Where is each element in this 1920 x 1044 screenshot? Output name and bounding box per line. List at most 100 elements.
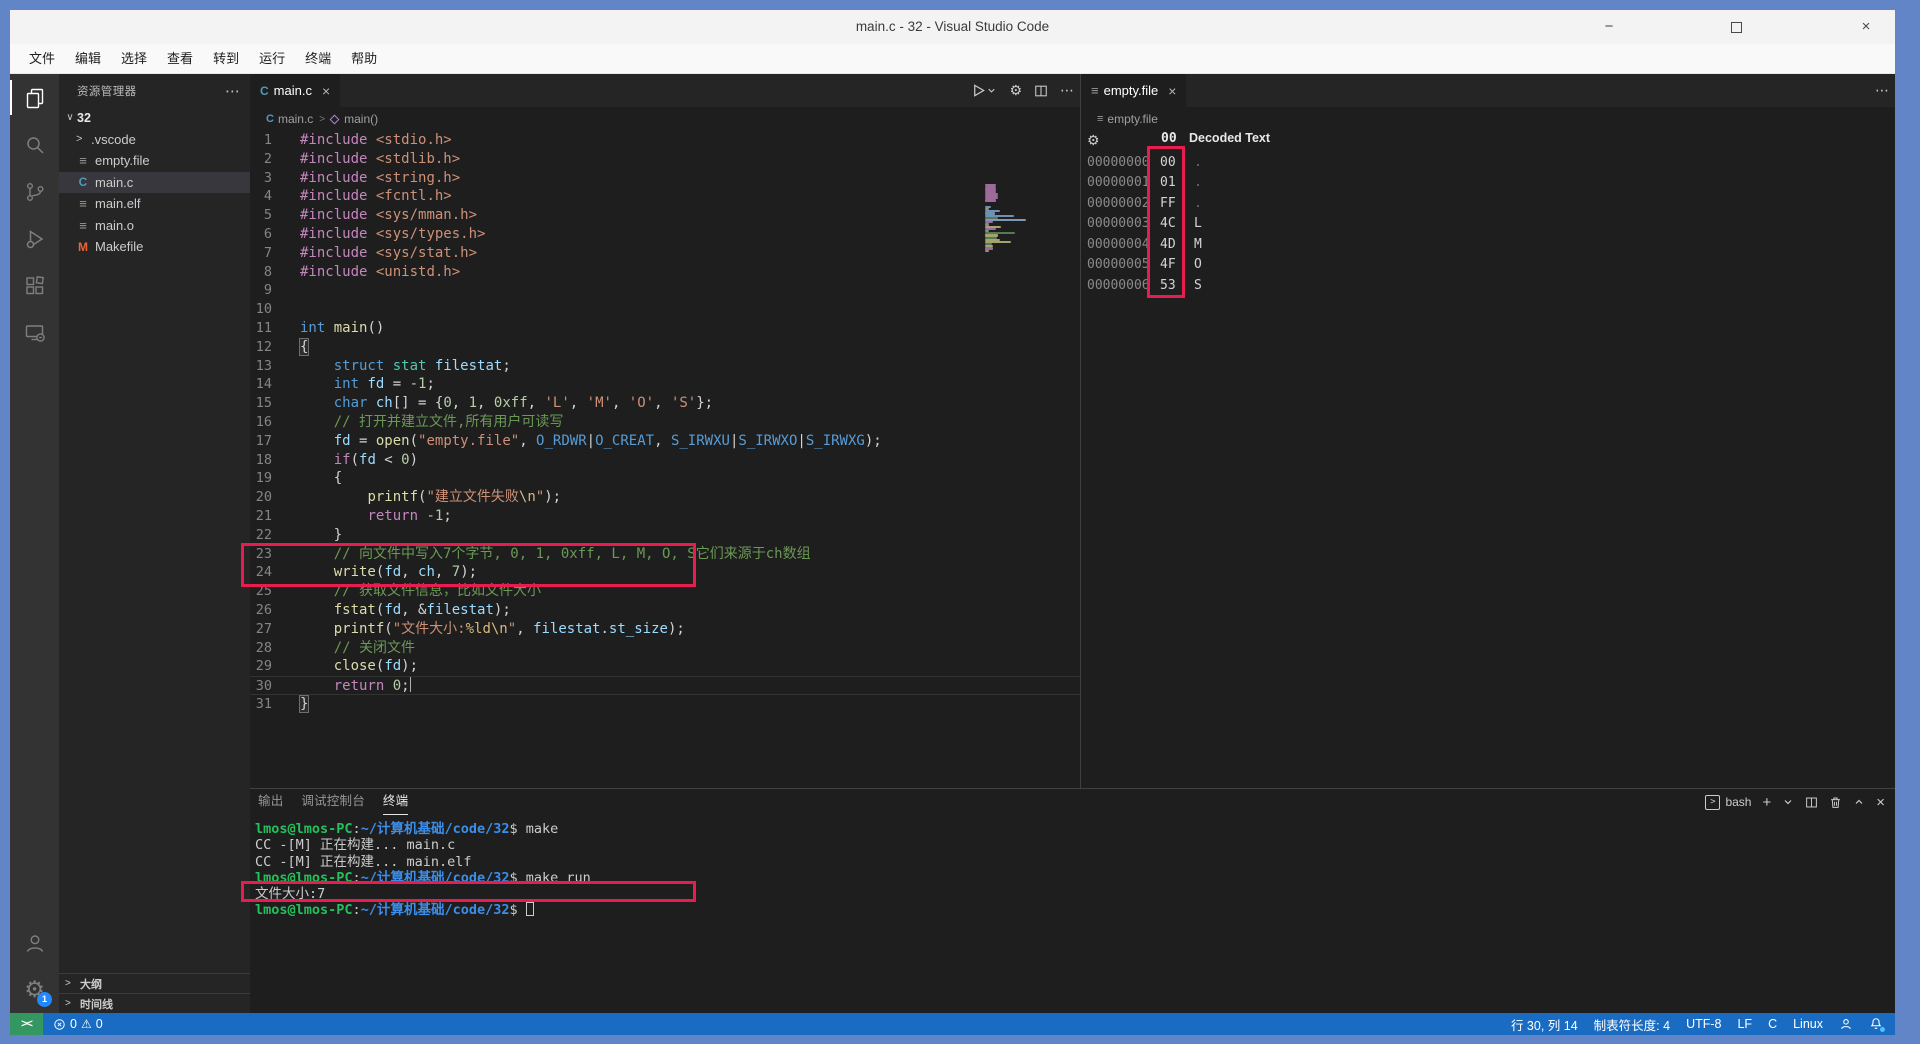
maximize-panel-button[interactable] — [1853, 796, 1865, 808]
minimap[interactable] — [985, 182, 1072, 252]
feedback-button[interactable] — [1839, 1017, 1853, 1031]
code-line[interactable]: 22 } — [250, 526, 1080, 545]
run-debug-button[interactable] — [971, 83, 997, 98]
code-line[interactable]: 26 fstat(fd, &filestat); — [250, 601, 1080, 620]
menu-item[interactable]: 编辑 — [65, 47, 111, 71]
menu-item[interactable]: 帮助 — [341, 47, 387, 71]
code-line[interactable]: 3#include <string.h> — [250, 169, 1080, 188]
terminal-shell-selector[interactable]: > bash — [1705, 795, 1751, 810]
sidebar-item-search[interactable] — [10, 121, 59, 168]
panel-tab[interactable]: 调试控制台 — [301, 789, 365, 815]
minimize-button[interactable]: − — [1598, 17, 1620, 39]
menu-item[interactable]: 运行 — [249, 47, 295, 71]
menu-item[interactable]: 选择 — [111, 47, 157, 71]
code-line[interactable]: 5#include <sys/mman.h> — [250, 206, 1080, 225]
code-line[interactable]: 16 // 打开并建立文件,所有用户可读写 — [250, 413, 1080, 432]
file-tree-item[interactable]: ≡empty.file — [59, 150, 250, 172]
code-line[interactable]: 14 int fd = -1; — [250, 375, 1080, 394]
code-line[interactable]: 8#include <unistd.h> — [250, 263, 1080, 282]
tab-empty-file[interactable]: ≡ empty.file × — [1081, 74, 1186, 107]
settings-button[interactable]: ⚙ 1 — [10, 966, 59, 1013]
code-editor[interactable]: 1#include <stdio.h>2#include <stdlib.h>3… — [250, 131, 1080, 788]
kill-terminal-button[interactable] — [1829, 796, 1842, 809]
more-actions-icon[interactable]: ⋯ — [1060, 82, 1074, 99]
code-line[interactable]: 17 fd = open("empty.file", O_RDWR|O_CREA… — [250, 432, 1080, 451]
menu-item[interactable]: 查看 — [157, 47, 203, 71]
status-cursor-position[interactable]: 行 30, 列 14 — [1511, 1015, 1578, 1034]
menu-item[interactable]: 终端 — [295, 47, 341, 71]
close-panel-button[interactable]: × — [1876, 795, 1885, 810]
terminal-dropdown-button[interactable] — [1782, 796, 1794, 808]
code-line[interactable]: 9 — [250, 281, 1080, 300]
remote-indicator[interactable]: >< — [10, 1013, 43, 1035]
status-remote-os[interactable]: Linux — [1793, 1017, 1823, 1031]
status-language-mode[interactable]: C — [1768, 1017, 1777, 1031]
hex-row[interactable]: 000000044DM — [1081, 234, 1895, 255]
code-line[interactable]: 25 // 获取文件信息，比如文件大小 — [250, 582, 1080, 601]
tree-item-root-folder[interactable]: ∨32 — [59, 107, 250, 129]
restore-button[interactable] — [1725, 17, 1747, 39]
sidebar-item-run-debug[interactable] — [10, 215, 59, 262]
code-line[interactable]: 13 struct stat filestat; — [250, 357, 1080, 376]
problems-indicator[interactable]: 0 ⚠ 0 — [53, 1017, 103, 1031]
code-line[interactable]: 28 // 关闭文件 — [250, 639, 1080, 658]
sidebar-item-remote-explorer[interactable] — [10, 309, 59, 356]
close-tab-icon[interactable]: × — [1168, 83, 1176, 99]
code-line[interactable]: 20 printf("建立文件失败\n"); — [250, 488, 1080, 507]
status-indentation[interactable]: 制表符长度: 4 — [1594, 1015, 1670, 1034]
breadcrumb-file[interactable]: main.c — [278, 112, 313, 126]
sidebar-item-source-control[interactable] — [10, 168, 59, 215]
outline-section-header[interactable]: > 大纲 — [59, 973, 250, 993]
breadcrumb-file[interactable]: empty.file — [1107, 112, 1157, 126]
close-tab-icon[interactable]: × — [322, 83, 330, 99]
hex-row[interactable]: 000000054FO — [1081, 255, 1895, 276]
code-line[interactable]: 21 return -1; — [250, 507, 1080, 526]
status-eol[interactable]: LF — [1737, 1017, 1752, 1031]
code-line[interactable]: 7#include <sys/stat.h> — [250, 244, 1080, 263]
account-button[interactable] — [10, 919, 59, 966]
breadcrumb-symbol[interactable]: main() — [344, 112, 378, 126]
hex-row[interactable]: 00000002FF. — [1081, 193, 1895, 214]
gear-icon[interactable]: ⚙ — [1087, 132, 1100, 149]
code-line[interactable]: 27 printf("文件大小:%ld\n", filestat.st_size… — [250, 620, 1080, 639]
code-line[interactable]: 1#include <stdio.h> — [250, 131, 1080, 150]
menu-item[interactable]: 文件 — [19, 47, 65, 71]
hex-row[interactable]: 0000000101. — [1081, 173, 1895, 194]
code-line[interactable]: 18 if(fd < 0) — [250, 451, 1080, 470]
more-actions-icon[interactable]: ⋯ — [1875, 82, 1889, 99]
code-line[interactable]: 31} — [250, 695, 1080, 714]
file-tree-item[interactable]: ≡main.o — [59, 215, 250, 237]
code-line[interactable]: 6#include <sys/types.h> — [250, 225, 1080, 244]
code-line[interactable]: 12{ — [250, 338, 1080, 357]
notifications-button[interactable] — [1869, 1017, 1883, 1031]
hex-row[interactable]: 000000034CL — [1081, 214, 1895, 235]
code-line[interactable]: 24 write(fd, ch, 7); — [250, 563, 1080, 582]
code-line[interactable]: 19 { — [250, 469, 1080, 488]
terminal-content[interactable]: lmos@lmos-PC:~/计算机基础/code/32$ makeCC -[M… — [250, 815, 1895, 919]
panel-tab[interactable]: 输出 — [258, 789, 283, 815]
file-tree-item[interactable]: Cmain.c — [59, 172, 250, 194]
code-line[interactable]: 15 char ch[] = {0, 1, 0xff, 'L', 'M', 'O… — [250, 394, 1080, 413]
close-window-button[interactable]: × — [1855, 17, 1877, 39]
code-line[interactable]: 11int main() — [250, 319, 1080, 338]
panel-tab[interactable]: 终端 — [383, 789, 408, 815]
code-line[interactable]: 30 return 0; — [250, 676, 1080, 695]
file-tree-item[interactable]: MMakefile — [59, 236, 250, 258]
status-encoding[interactable]: UTF-8 — [1686, 1017, 1721, 1031]
sidebar-item-explorer[interactable] — [10, 74, 59, 121]
code-line[interactable]: 4#include <fcntl.h> — [250, 187, 1080, 206]
hex-row[interactable]: 0000000653S — [1081, 275, 1895, 296]
hex-row[interactable]: 0000000000. — [1081, 152, 1895, 173]
code-line[interactable]: 2#include <stdlib.h> — [250, 150, 1080, 169]
file-tree-item[interactable]: ≡main.elf — [59, 193, 250, 215]
code-line[interactable]: 29 close(fd); — [250, 657, 1080, 676]
gear-icon[interactable]: ⚙ — [1009, 82, 1022, 99]
more-actions-icon[interactable]: ⋯ — [225, 82, 240, 100]
new-terminal-button[interactable]: + — [1762, 795, 1771, 810]
split-editor-button[interactable] — [1034, 84, 1048, 98]
file-tree-item[interactable]: >.vscode — [59, 129, 250, 151]
code-line[interactable]: 10 — [250, 300, 1080, 319]
code-line[interactable]: 23 // 向文件中写入7个字节, 0, 1, 0xff, L, M, O, S… — [250, 545, 1080, 564]
sidebar-item-extensions[interactable] — [10, 262, 59, 309]
tab-main-c[interactable]: C main.c × — [250, 74, 340, 107]
